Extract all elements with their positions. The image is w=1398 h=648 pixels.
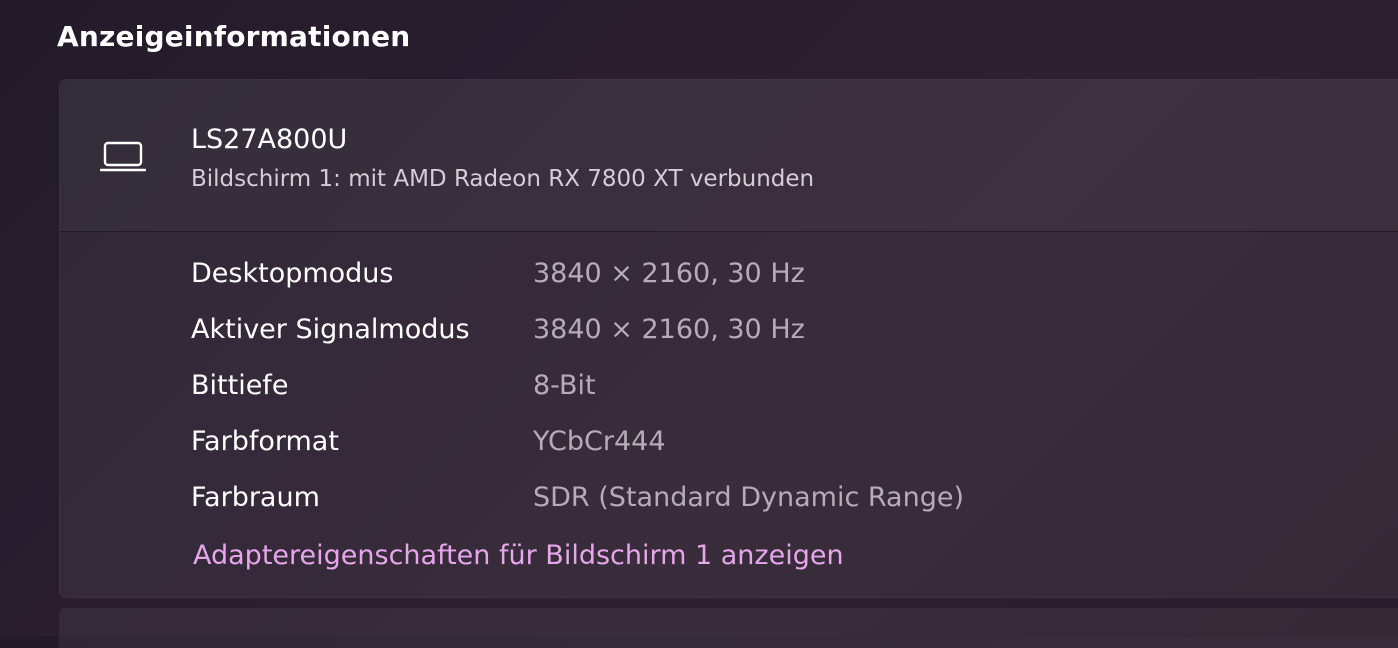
- display-name: LS27A800U: [191, 124, 348, 155]
- adapter-properties-link[interactable]: Adaptereigenschaften für Bildschirm 1 an…: [193, 540, 844, 571]
- laptop-icon: [99, 140, 147, 176]
- detail-label: Aktiver Signalmodus: [191, 314, 470, 345]
- display-header: LS27A800U Bildschirm 1: mit AMD Radeon R…: [60, 80, 1398, 232]
- detail-value: 8-Bit: [533, 370, 596, 401]
- next-card: [59, 608, 1398, 648]
- detail-label: Bittiefe: [191, 370, 289, 401]
- detail-label: Farbformat: [191, 426, 339, 457]
- detail-label: Farbraum: [191, 482, 320, 513]
- detail-value: YCbCr444: [533, 426, 666, 457]
- detail-label: Desktopmodus: [191, 258, 394, 289]
- display-connection: Bildschirm 1: mit AMD Radeon RX 7800 XT …: [191, 166, 815, 192]
- detail-value: 3840 × 2160, 30 Hz: [533, 314, 805, 345]
- detail-value: 3840 × 2160, 30 Hz: [533, 258, 805, 289]
- detail-value: SDR (Standard Dynamic Range): [533, 482, 964, 513]
- display-info-card: LS27A800U Bildschirm 1: mit AMD Radeon R…: [59, 79, 1398, 598]
- section-title: Anzeigeinformationen: [57, 20, 411, 53]
